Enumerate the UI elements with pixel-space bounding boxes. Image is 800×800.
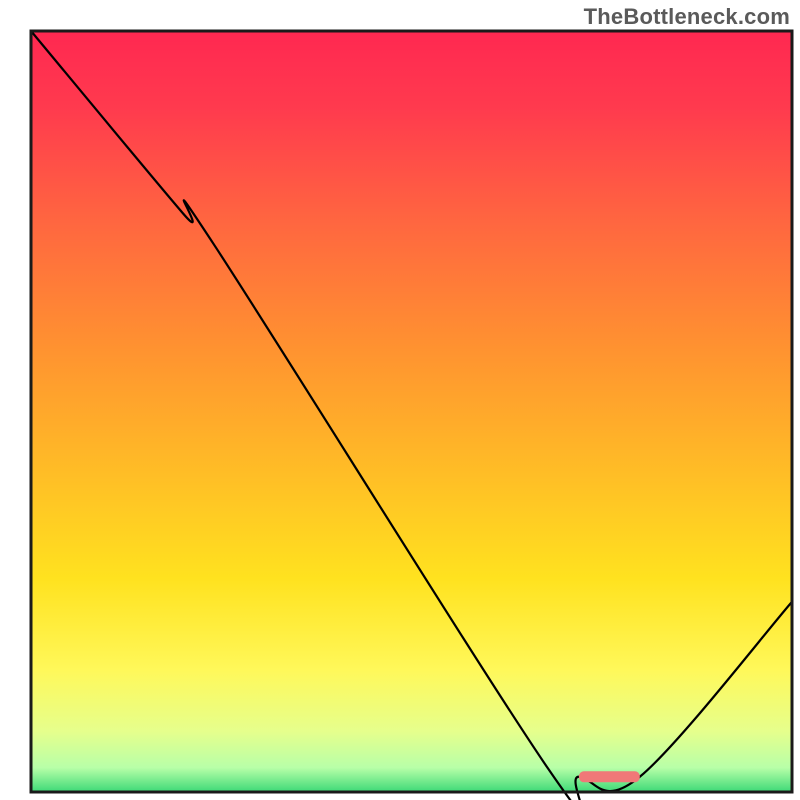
bottleneck-chart (0, 0, 800, 800)
optimal-range-marker (579, 771, 640, 782)
chart-container: TheBottleneck.com (0, 0, 800, 800)
watermark-text: TheBottleneck.com (584, 4, 790, 30)
plot-background-gradient (31, 31, 792, 792)
